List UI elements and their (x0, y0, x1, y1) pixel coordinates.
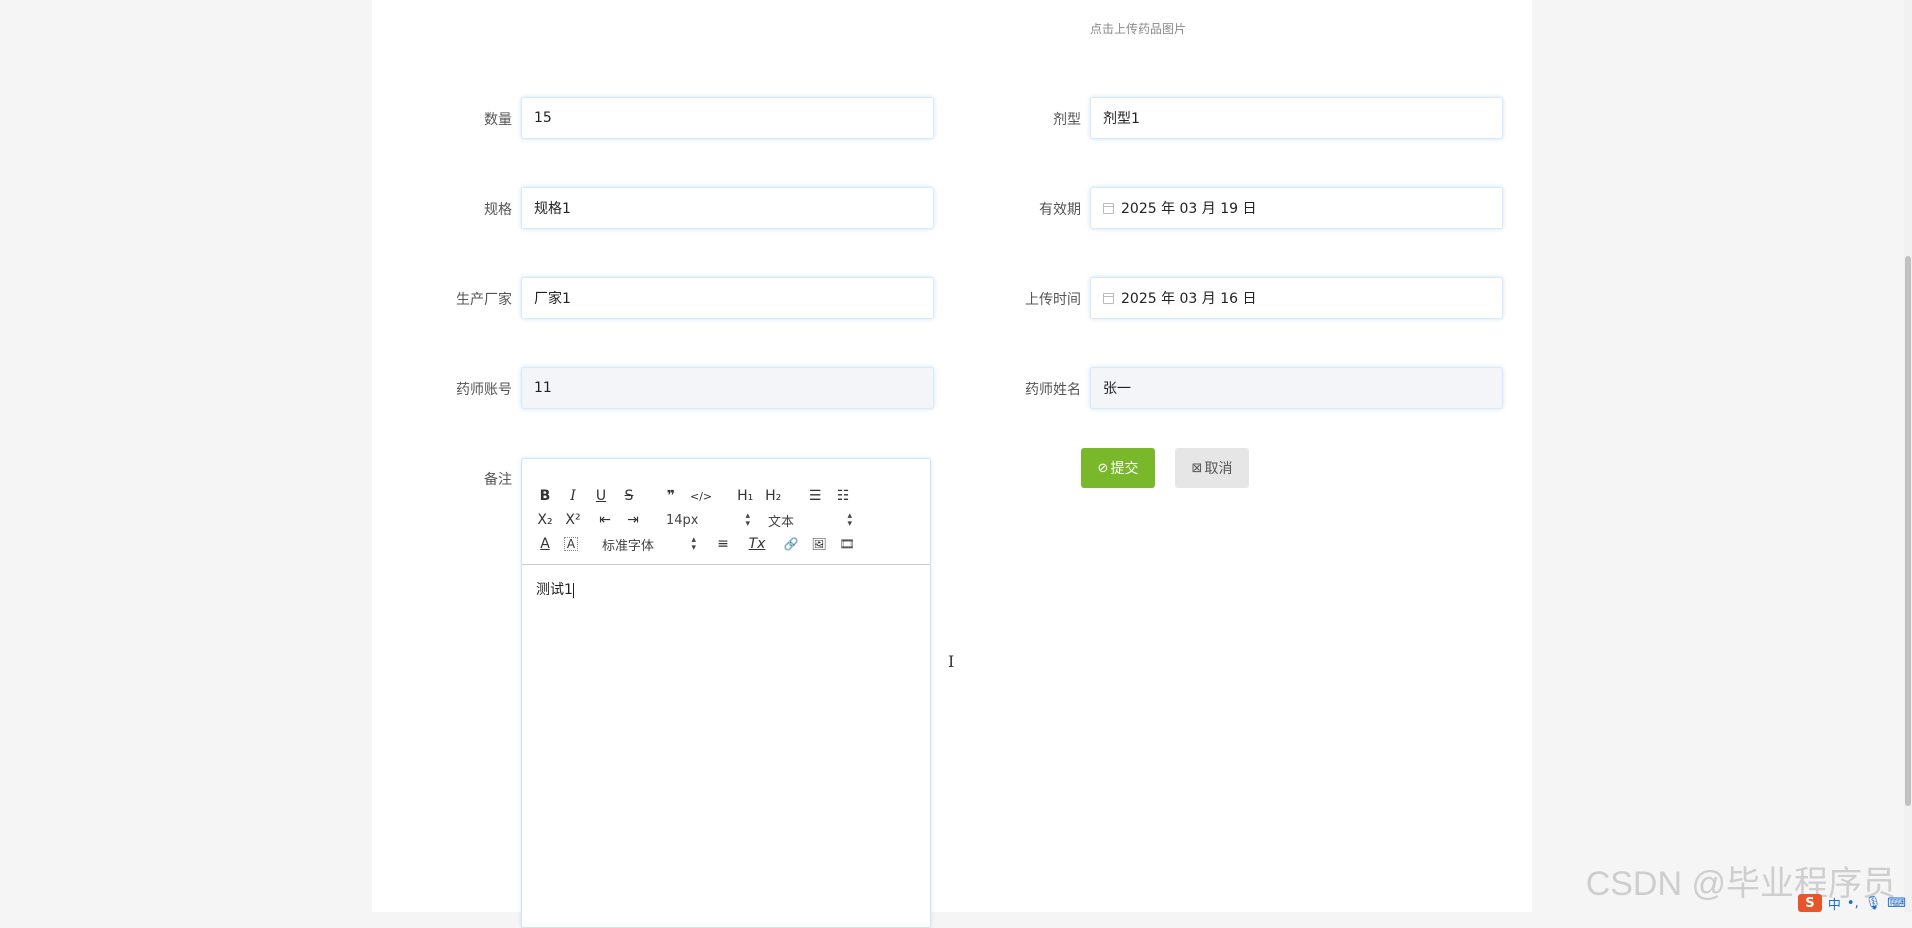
pharmacist-name-input[interactable]: 张一 (1090, 367, 1503, 409)
editor-content[interactable]: 测试1 (536, 579, 574, 599)
spec-value: 规格1 (534, 201, 571, 217)
font-color-button[interactable]: A (536, 534, 554, 554)
link-button[interactable]: 🔗 (782, 534, 800, 554)
strike-button[interactable]: S (620, 486, 638, 506)
quantity-label: 数量 (484, 112, 512, 128)
calendar-icon (1103, 202, 1114, 214)
superscript-button[interactable]: X² (564, 510, 582, 530)
scrollbar-thumb[interactable] (1905, 256, 1911, 806)
header-1-button[interactable]: H₁ (736, 486, 754, 506)
upload-image-hint[interactable]: 点击上传药品图片 (1090, 20, 1186, 37)
quantity-value: 15 (534, 110, 552, 126)
clean-format-button[interactable]: Tx (748, 534, 766, 554)
expiry-label: 有效期 (1039, 202, 1081, 218)
page-scrollbar[interactable] (1904, 0, 1912, 912)
cancel-button[interactable]: ⊠ 取消 (1175, 448, 1249, 488)
indent-button[interactable]: ⇥ (624, 510, 642, 530)
spec-label: 规格 (484, 202, 512, 218)
quantity-input[interactable]: 15 (521, 97, 934, 139)
ime-mic-icon[interactable]: 🎙 (1865, 896, 1882, 911)
expiry-date-value: 2025 年 03 月 19 日 (1121, 201, 1257, 217)
underline-button[interactable]: U (592, 486, 610, 506)
ime-keyboard-icon[interactable]: ⌨ (1887, 896, 1906, 911)
font-size-value: 14px (666, 512, 699, 528)
font-size-select[interactable]: 14px ▴ ▾ (666, 510, 750, 530)
dosage-form-label: 剂型 (1053, 112, 1081, 128)
ime-logo-icon: S (1797, 894, 1822, 912)
font-family-value: 标准字体 (602, 538, 655, 554)
check-circle-icon: ⊘ (1097, 460, 1109, 476)
italic-button[interactable]: I (564, 486, 582, 506)
submit-button[interactable]: ⊘ 提交 (1081, 448, 1155, 488)
upload-time-value: 2025 年 03 月 16 日 (1121, 291, 1257, 307)
pharmacist-name-value: 张一 (1103, 381, 1131, 397)
manufacturer-value: 厂家1 (534, 291, 571, 307)
rich-text-editor[interactable]: B I U S ❞ </> H₁ H₂ ☰ ☷ X₂ X² ⇤ ⇥ 14px ▴… (521, 458, 931, 928)
editor-toolbar: B I U S ❞ </> H₁ H₂ ☰ ☷ X₂ X² ⇤ ⇥ 14px ▴… (522, 477, 930, 565)
select-arrows-icon: ▴ ▾ (847, 511, 852, 529)
bold-button[interactable]: B (536, 486, 554, 506)
video-button[interactable]: 🎞 (838, 534, 856, 554)
expiry-date-input[interactable]: 2025 年 03 月 19 日 (1090, 187, 1503, 229)
header-select-value: 文本 (768, 514, 795, 530)
editor-text: 测试1 (536, 582, 573, 598)
upload-time-input[interactable]: 2025 年 03 月 16 日 (1090, 277, 1503, 319)
font-family-select[interactable]: 标准字体 ▴ ▾ (602, 534, 696, 554)
text-caret (572, 582, 574, 598)
bullet-list-button[interactable]: ☷ (834, 486, 852, 506)
mouse-ibeam-cursor: I (948, 652, 955, 671)
select-arrows-icon: ▴ ▾ (691, 535, 696, 553)
ime-toolbar[interactable]: S 中 •, 🎙 ⌨ (1797, 894, 1906, 913)
outdent-button[interactable]: ⇤ (596, 510, 614, 530)
code-block-button[interactable]: </> (690, 486, 712, 506)
dosage-form-input[interactable]: 剂型1 (1090, 97, 1503, 139)
pharmacist-account-value: 11 (534, 380, 552, 396)
pharmacist-name-label: 药师姓名 (1025, 382, 1081, 398)
header-select[interactable]: 文本 ▴ ▾ (768, 510, 852, 530)
ordered-list-button[interactable]: ☰ (806, 486, 824, 506)
remark-label: 备注 (484, 472, 512, 488)
image-button[interactable]: 🖼 (810, 534, 828, 554)
subscript-button[interactable]: X₂ (536, 510, 554, 530)
manufacturer-input[interactable]: 厂家1 (521, 277, 934, 319)
align-button[interactable]: ≡ (714, 534, 732, 554)
ime-punctuation-icon[interactable]: •, (1847, 896, 1859, 911)
submit-label: 提交 (1110, 461, 1139, 477)
cancel-label: 取消 (1204, 461, 1233, 477)
ime-language-indicator[interactable]: 中 (1828, 894, 1841, 913)
upload-time-label: 上传时间 (1025, 292, 1081, 308)
blockquote-button[interactable]: ❞ (662, 486, 680, 506)
manufacturer-label: 生产厂家 (456, 292, 512, 308)
spec-input[interactable]: 规格1 (521, 187, 934, 229)
select-arrows-icon: ▴ ▾ (745, 511, 750, 529)
header-2-button[interactable]: H₂ (764, 486, 782, 506)
calendar-icon (1103, 292, 1114, 304)
dosage-form-value: 剂型1 (1103, 111, 1140, 127)
background-color-button[interactable]: A (564, 537, 578, 551)
close-box-icon: ⊠ (1191, 460, 1203, 476)
pharmacist-account-label: 药师账号 (456, 382, 512, 398)
pharmacist-account-input[interactable]: 11 (521, 367, 934, 409)
